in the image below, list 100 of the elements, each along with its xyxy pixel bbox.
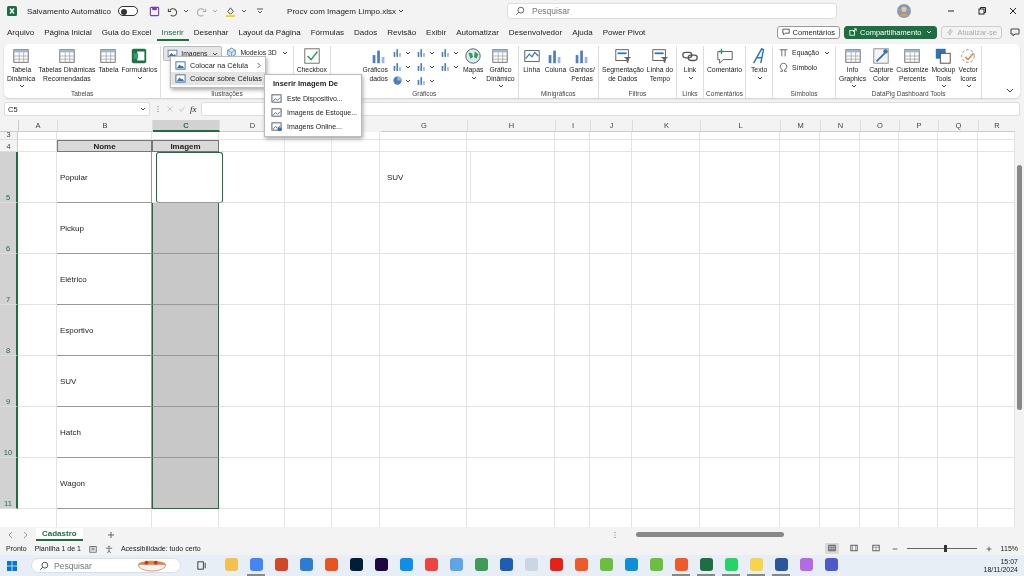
caret-icon[interactable] bbox=[183, 8, 190, 14]
online-image-icon bbox=[271, 120, 282, 132]
undo-icon[interactable] bbox=[167, 5, 179, 17]
filter-icon bbox=[613, 47, 632, 65]
chevron-icon[interactable] bbox=[1006, 86, 1014, 94]
bar-chart-icon bbox=[439, 61, 451, 72]
insert-function-button[interactable]: fx bbox=[190, 104, 197, 114]
menu-tab[interactable]: Desenhar bbox=[188, 25, 234, 41]
squares-icon bbox=[934, 47, 953, 65]
caret-icon bbox=[140, 106, 146, 112]
bar-chart-icon bbox=[415, 61, 427, 72]
menu-tab[interactable]: Página Inicial bbox=[39, 25, 97, 41]
table-cell[interactable] bbox=[152, 356, 219, 407]
menu-tab[interactable]: Ajuda bbox=[567, 25, 598, 41]
chevron-icon bbox=[256, 62, 261, 69]
layout-icon bbox=[871, 544, 880, 552]
comment-icon bbox=[781, 28, 790, 36]
table-cell[interactable] bbox=[152, 203, 219, 254]
close-icon[interactable] bbox=[1008, 6, 1018, 16]
plus-icon[interactable] bbox=[984, 544, 993, 553]
table-icon bbox=[12, 47, 31, 65]
table-cell: SUV bbox=[384, 152, 471, 203]
table-header-cell: Nome bbox=[57, 140, 152, 152]
line-chart-icon bbox=[522, 47, 541, 65]
spreadsheet-app-icon bbox=[6, 5, 18, 17]
device-image-icon bbox=[271, 92, 282, 104]
menu-tab[interactable]: Inserir bbox=[156, 25, 189, 41]
table-icon bbox=[57, 47, 76, 65]
file-name-button[interactable]: Procv com Imagem Limpo.xlsx bbox=[287, 6, 404, 16]
search-icon bbox=[514, 6, 525, 16]
table-cell: Popular bbox=[57, 152, 152, 203]
previous-sheet-icon[interactable] bbox=[8, 530, 14, 539]
formula-input[interactable] bbox=[200, 102, 1020, 116]
menu-tab[interactable]: Revisão bbox=[382, 25, 422, 41]
menu-tab[interactable]: Layout da Página bbox=[233, 25, 306, 41]
zoom-slider-thumb[interactable] bbox=[944, 545, 948, 552]
redo-icon[interactable] bbox=[196, 5, 208, 17]
view-button[interactable] bbox=[824, 543, 839, 554]
autosave-toggle[interactable] bbox=[118, 6, 139, 16]
image-icon bbox=[175, 60, 186, 71]
table-icon bbox=[491, 47, 510, 65]
table-cell[interactable] bbox=[152, 254, 219, 305]
search-field[interactable]: Pesquisar bbox=[506, 3, 837, 19]
eyedropper-icon bbox=[872, 47, 891, 65]
sheet-tab[interactable]: Cadastro bbox=[36, 528, 83, 541]
page-icon bbox=[849, 544, 858, 552]
bar-chart-icon bbox=[415, 47, 427, 58]
bar-chart-icon bbox=[391, 61, 403, 72]
menu-tab[interactable]: Automatizar bbox=[451, 25, 504, 41]
table-cell[interactable] bbox=[156, 152, 223, 203]
fill-color-icon[interactable] bbox=[225, 5, 237, 17]
filter-icon bbox=[650, 47, 669, 65]
pi-icon bbox=[778, 47, 790, 58]
next-sheet-icon[interactable] bbox=[22, 530, 28, 539]
more-icon bbox=[154, 105, 162, 113]
grid-icon bbox=[827, 544, 836, 552]
table-cell[interactable] bbox=[152, 458, 219, 509]
cube-icon bbox=[226, 47, 238, 58]
autosave-label: Salvamento Automático bbox=[27, 6, 112, 16]
table-cell[interactable] bbox=[152, 305, 219, 356]
avatar[interactable] bbox=[897, 4, 911, 18]
forms-icon bbox=[130, 47, 149, 65]
accessibility-icon[interactable] bbox=[104, 544, 113, 553]
bar-chart-icon bbox=[391, 47, 403, 58]
lightning-icon bbox=[946, 28, 955, 36]
table-icon bbox=[843, 47, 862, 65]
menu-tab[interactable]: Desenvolvedor bbox=[503, 25, 568, 41]
pie-chart-icon bbox=[391, 75, 403, 86]
ribbon-display-icon[interactable] bbox=[1010, 27, 1020, 37]
menu-tab[interactable]: Power Pivot bbox=[597, 25, 651, 41]
globe-icon bbox=[464, 47, 483, 65]
start-icon[interactable] bbox=[6, 559, 18, 572]
add-sheet-icon[interactable] bbox=[106, 530, 115, 539]
caret-icon bbox=[926, 29, 933, 35]
task-view-icon[interactable] bbox=[196, 560, 207, 571]
restore-icon[interactable] bbox=[977, 6, 987, 16]
caret-icon[interactable] bbox=[241, 8, 248, 14]
table-icon bbox=[99, 47, 118, 65]
menu-tab[interactable]: Guia do Excel bbox=[96, 25, 157, 41]
caret-icon bbox=[397, 8, 404, 14]
taskbar-app[interactable] bbox=[772, 555, 790, 576]
share-icon bbox=[849, 28, 858, 36]
comment-icon bbox=[715, 47, 734, 65]
customize-icon[interactable] bbox=[256, 7, 265, 15]
menu-tab[interactable]: Exibir bbox=[421, 25, 452, 41]
stock-image-icon bbox=[271, 106, 282, 118]
menu-tab[interactable]: Arquivo bbox=[2, 25, 40, 41]
save-icon[interactable] bbox=[149, 5, 161, 17]
menu-tab[interactable]: Dados bbox=[349, 25, 383, 41]
macro-icon[interactable] bbox=[88, 544, 97, 553]
omega-icon bbox=[778, 62, 790, 73]
bar-chart-icon bbox=[415, 75, 427, 86]
checkbox-icon bbox=[302, 47, 321, 65]
table-icon bbox=[903, 47, 922, 65]
bar-chart-icon bbox=[439, 47, 451, 58]
image-icon bbox=[175, 73, 186, 84]
menu-tab[interactable]: Fórmulas bbox=[305, 25, 350, 41]
dashed-circle-icon bbox=[959, 47, 978, 65]
table-cell[interactable] bbox=[152, 407, 219, 458]
search-icon bbox=[39, 561, 49, 571]
